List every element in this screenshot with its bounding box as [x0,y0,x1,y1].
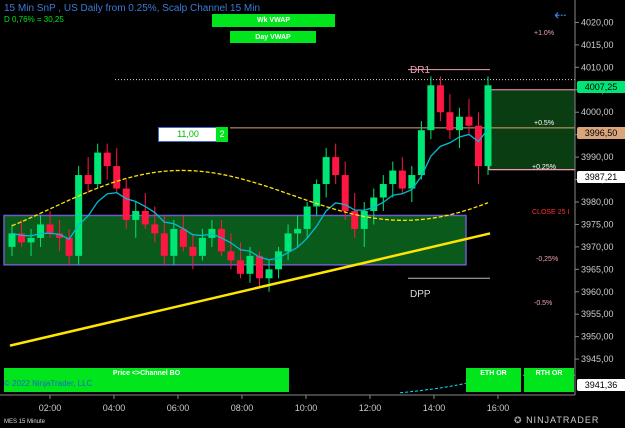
candle-body [103,152,111,167]
candle-body [360,210,368,229]
pct-plus-05-label: +0.5% [534,120,555,127]
candle-body [332,157,340,176]
y-tick-label: 3955,00 [581,309,614,319]
price-label-last: 4007,25 [577,81,625,93]
price-label-bottom: 3941,36 [577,379,625,391]
candle-body [217,228,225,252]
x-tick-label: 12:00 [359,403,382,413]
price-label-lower: 3987,21 [577,171,625,183]
logo: ✪ NINJATRADER [514,415,599,426]
candle-body [256,255,264,279]
candle-body [113,166,121,189]
y-tick-label: 4015,00 [581,40,614,50]
y-tick-label: 3945,00 [581,354,614,364]
eth-or-button[interactable]: ETH OR [466,368,521,392]
candle-body [303,206,311,229]
candle-body [8,233,16,247]
candle-body [465,116,473,126]
chart-subtitle: D 0,76% = 30,25 [4,15,64,24]
opening-range-zone [488,89,576,171]
candle-body [151,224,159,234]
candle-body [246,255,254,274]
candle-body [227,251,235,261]
candle-body [122,188,130,220]
candle-body [27,237,35,243]
y-tick-label: 3965,00 [581,264,614,274]
candle-body [141,210,149,225]
candle-body [370,197,378,211]
x-tick-label: 02:00 [39,403,62,413]
order-qty-button[interactable]: 2 [216,127,228,142]
candle-body [398,170,406,189]
x-tick-label: 06:00 [167,403,190,413]
x-tick-label: 10:00 [295,403,318,413]
consolidation-zone [3,214,467,266]
candle-body [198,237,206,256]
y-tick-label: 3990,00 [581,152,614,162]
candle-body [294,228,302,234]
pct-plus-1-label: +1.0% [534,30,555,37]
candle-body [484,85,492,167]
rth-or-button[interactable]: RTH OR [524,368,574,392]
candle-body [284,233,292,252]
copyright-text: © 2022 NinjaTrader, LLC [4,379,93,388]
y-tick-label: 3960,00 [581,287,614,297]
candle-body [236,260,244,274]
back-arrow-icon[interactable]: ⇠ [554,6,567,24]
y-tick-label: 3980,00 [581,197,614,207]
pct-minus-05-label: -0.5% [534,300,553,307]
candle-body [84,175,92,185]
candle-body [455,116,463,131]
candle-body [189,246,197,256]
candle-body [46,224,54,234]
order-qty-input[interactable]: 11,00 [158,127,218,142]
candle-body [275,251,283,270]
candle-body [417,130,425,176]
candle-body [170,228,178,256]
y-tick-label: 4000,00 [581,107,614,117]
wk-vwap-button[interactable]: Wk VWAP [212,14,335,27]
price-label-upper: 3996,50 [577,127,625,139]
candle-body [75,175,83,256]
price-channel-label: Price <>Channel BO [112,370,181,377]
x-tick-label: 14:00 [423,403,446,413]
candle-body [94,152,102,185]
candle-body [132,210,140,220]
x-tick-label: 08:00 [231,403,254,413]
candle-body [160,233,168,256]
y-tick-label: 3975,00 [581,219,614,229]
candle-body [37,224,45,238]
candle-body [65,237,73,256]
y-tick-label: 4020,00 [581,17,614,27]
candle-body [379,184,387,198]
day-vwap-button[interactable]: Day VWAP [230,31,316,43]
pct-minus-025-label: -0,25% [536,256,559,263]
pct-plus-025-label: +0.25% [532,164,556,171]
chart-title: 15 Min SnP , US Daily from 0.25%, Scalp … [4,3,261,14]
y-tick-label: 4010,00 [581,62,614,72]
logo-text: NINJATRADER [526,415,600,425]
candle-body [474,125,482,167]
candle-body [427,85,435,131]
dr1-label: DR1 [410,65,431,76]
candle-body [446,112,454,131]
candle-body [389,170,397,185]
footer-label: MES 15 Minute [4,419,46,425]
candle-body [265,269,273,279]
candle-body [322,157,330,185]
candle-body [179,228,187,247]
y-tick-label: 3950,00 [581,332,614,342]
x-tick-label: 04:00 [103,403,126,413]
y-tick-label: 3970,00 [581,242,614,252]
x-tick-label: 16:00 [487,403,510,413]
dpp-label: DPP [410,289,431,300]
candle-body [436,85,444,113]
close-label: CLOSE 25 I [532,209,570,216]
logo-icon: ✪ [514,415,523,425]
